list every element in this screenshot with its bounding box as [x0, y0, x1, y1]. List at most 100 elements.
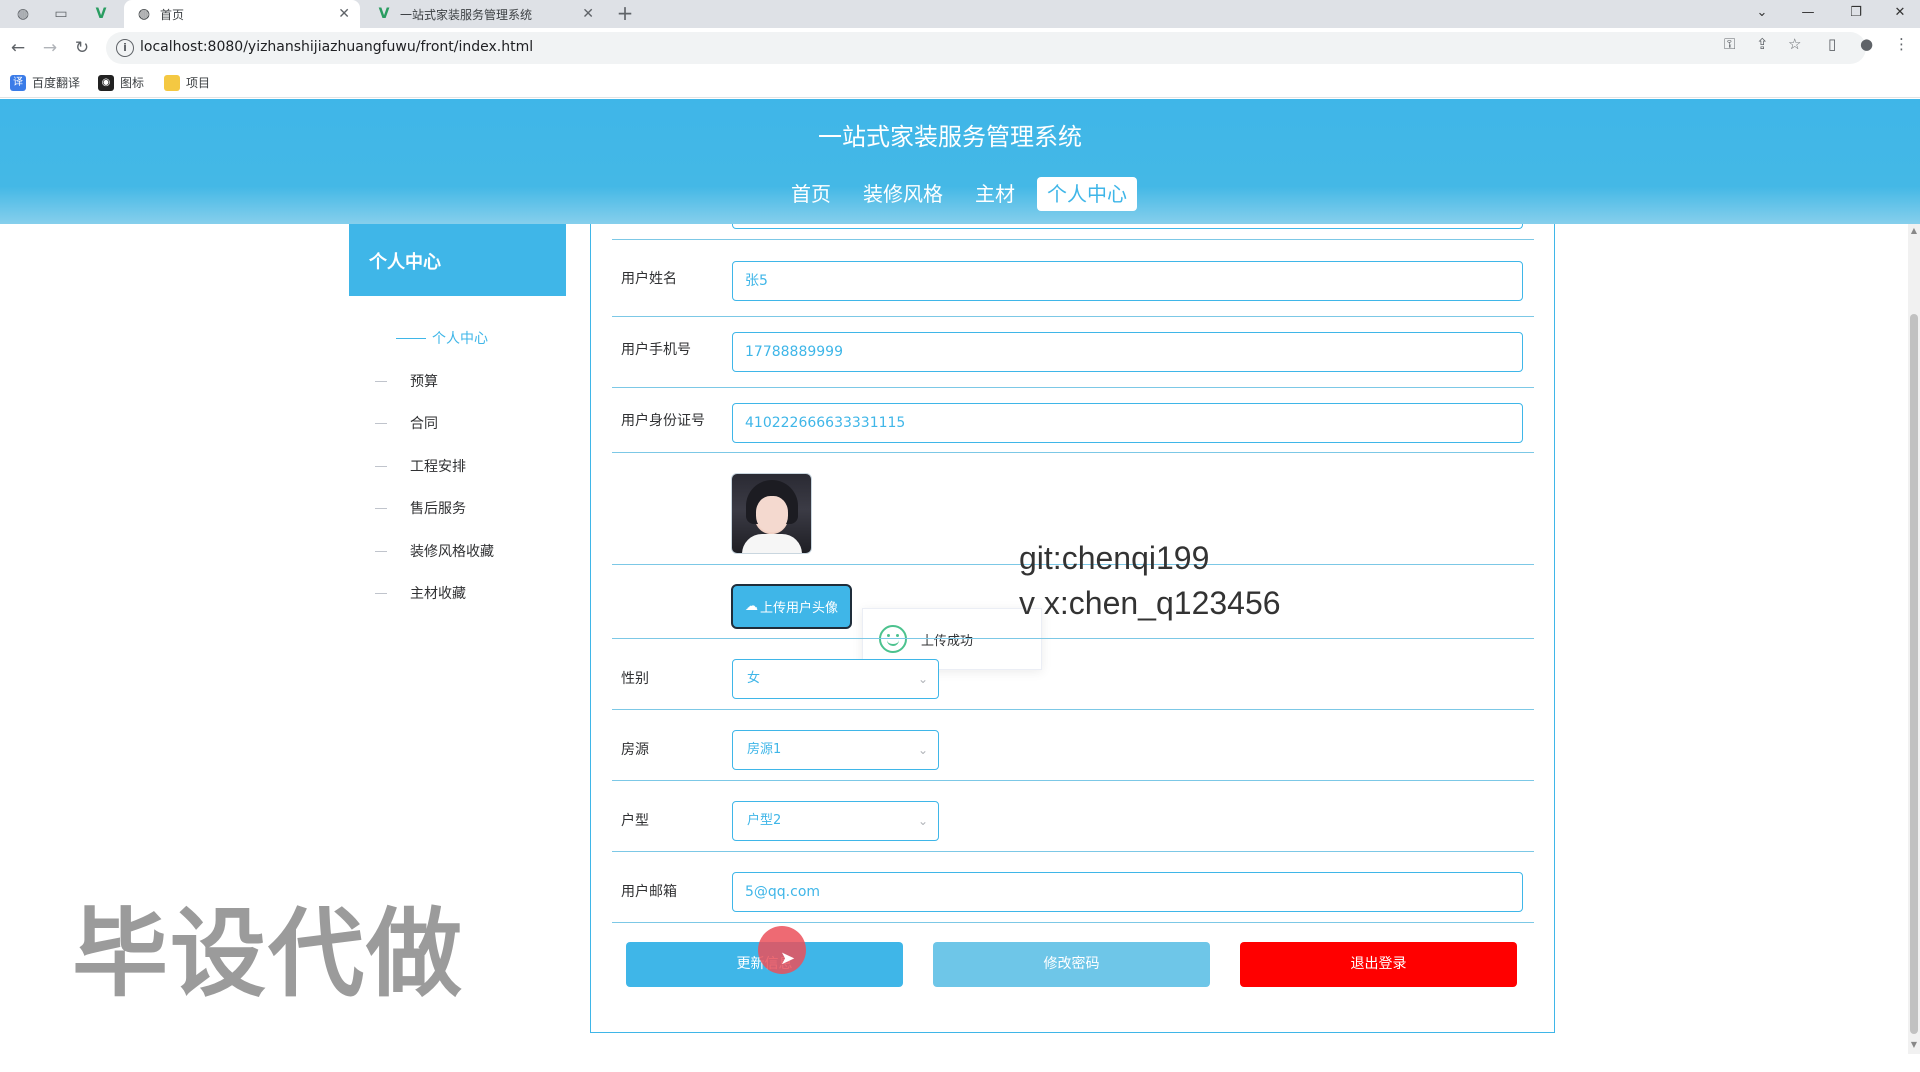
row-divider [612, 709, 1534, 710]
big-watermark: 毕设代做 [72, 898, 464, 1010]
scroll-up-arrow-icon[interactable]: ▲ [1908, 226, 1920, 238]
logout-button[interactable]: 退出登录 [1240, 942, 1517, 987]
bookmarks-bar: 译 百度翻译 ◉ 图标 项目 [0, 68, 1920, 98]
layout-label: 户型 [621, 813, 649, 829]
toast-message: 上传成功 [921, 633, 974, 649]
bookmark-star-icon[interactable]: ☆ [1788, 35, 1801, 53]
idcard-field[interactable]: 410222666633331115 [732, 403, 1523, 443]
row-divider [612, 316, 1534, 317]
window-close-button[interactable]: ✕ [1880, 0, 1920, 28]
cloud-upload-icon: ☁ [744, 599, 758, 614]
upload-avatar-button[interactable]: ☁ 上传用户头像 [731, 584, 852, 629]
new-tab-button[interactable]: + [614, 0, 636, 28]
back-arrow-icon[interactable]: ← [6, 36, 30, 60]
profile-avatar-icon[interactable]: ● [1860, 35, 1873, 53]
restore-button[interactable]: ❐ [1836, 0, 1876, 28]
site-title: 一站式家装服务管理系统 [818, 123, 1082, 151]
sidebar-item-profile[interactable]: 个人中心 [396, 328, 488, 348]
phone-label: 用户手机号 [621, 342, 691, 358]
forward-arrow-icon[interactable]: → [38, 36, 62, 60]
row-divider [612, 780, 1534, 781]
git-watermark: git:chenqi199 [1019, 540, 1210, 576]
scroll-down-arrow-icon[interactable]: ▼ [1908, 1040, 1920, 1052]
layout-select[interactable]: 户型2 ⌄ [732, 801, 939, 841]
browser-tab-home[interactable]: ◍ 首页 ✕ [124, 0, 360, 28]
row-divider [612, 387, 1534, 388]
chevron-down-icon: ⌄ [917, 743, 928, 757]
close-icon[interactable]: ✕ [338, 6, 350, 22]
row-divider [612, 239, 1534, 240]
bookmark-label: 百度翻译 [32, 76, 81, 90]
site-info-icon[interactable]: i [116, 39, 134, 57]
layout-value: 户型2 [747, 813, 782, 828]
bookmark-baidu-translate[interactable]: 译 百度翻译 [10, 74, 80, 91]
sidebar-item-material-favorites[interactable]: 主材收藏 [375, 583, 466, 603]
sidebar-heading: 个人中心 [349, 224, 566, 296]
pinned-tab-vue-icon[interactable]: V [84, 0, 118, 28]
pinned-tab-globe-icon[interactable]: ◍ [6, 0, 40, 28]
name-label: 用户姓名 [621, 271, 677, 287]
chevron-down-icon: ⌄ [917, 672, 928, 686]
bookmark-icons[interactable]: ◉ 图标 [98, 74, 144, 91]
pinned-tab-mail-icon[interactable]: ▭ [44, 0, 78, 28]
folder-icon [164, 74, 180, 91]
bookmark-label: 图标 [120, 76, 145, 90]
bookmark-label: 项目 [186, 76, 211, 90]
minimize-button[interactable]: — [1788, 0, 1828, 28]
gender-label: 性别 [621, 671, 649, 687]
main-menu: 首页 装修风格 主材 个人中心 [781, 177, 1149, 211]
account-field-partial[interactable] [732, 224, 1523, 229]
sidebar-item-after-sales[interactable]: 售后服务 [375, 498, 466, 518]
vue-icon: V [378, 6, 390, 22]
tab-title: 首页 [160, 7, 185, 22]
close-icon[interactable]: ✕ [582, 6, 594, 22]
page-scrollbar[interactable]: ▲ ▼ [1908, 224, 1920, 1054]
side-panel-icon[interactable]: ▯ [1828, 35, 1836, 53]
idcard-label: 用户身份证号 [621, 413, 705, 429]
bookmark-project-folder[interactable]: 项目 [164, 74, 210, 91]
key-icon[interactable]: ⚿ [1724, 35, 1735, 53]
house-select[interactable]: 房源1 ⌄ [732, 730, 939, 770]
iconfont-icon: ◉ [98, 74, 114, 91]
menu-item-home[interactable]: 首页 [781, 177, 841, 211]
house-label: 房源 [621, 742, 649, 758]
email-label: 用户邮箱 [621, 884, 677, 900]
address-url[interactable]: localhost:8080/yizhanshijiazhuangfuwu/fr… [140, 39, 533, 55]
tab-title: 一站式家装服务管理系统 [400, 7, 533, 22]
row-divider [612, 452, 1534, 453]
menu-item-profile[interactable]: 个人中心 [1037, 177, 1137, 211]
gender-select[interactable]: 女 ⌄ [732, 659, 939, 699]
chevron-down-icon: ⌄ [917, 814, 928, 828]
globe-icon: ◍ [137, 6, 151, 22]
browser-toolbar: ← → ↻ i localhost:8080/yizhanshijiazhuan… [0, 28, 1920, 68]
upload-avatar-label: 上传用户头像 [759, 601, 838, 616]
address-bar[interactable]: i localhost:8080/yizhanshijiazhuangfuwu/… [106, 32, 1866, 64]
sidebar-item-schedule[interactable]: 工程安排 [375, 456, 466, 476]
menu-item-styles[interactable]: 装修风格 [853, 177, 953, 211]
phone-field[interactable]: 17788889999 [732, 332, 1523, 372]
success-smile-icon [879, 625, 907, 653]
reload-icon[interactable]: ↻ [70, 36, 94, 60]
sidebar-item-budget[interactable]: 预算 [375, 371, 438, 391]
row-divider [612, 922, 1534, 923]
menu-item-materials[interactable]: 主材 [965, 177, 1025, 211]
browser-tab-bar: ◍ ▭ V ◍ 首页 ✕ V 一站式家装服务管理系统 ✕ + ⌄ — ❐ ✕ [0, 0, 1920, 28]
site-header: 一站式家装服务管理系统 首页 装修风格 主材 个人中心 [0, 99, 1920, 224]
house-value: 房源1 [747, 742, 782, 757]
mouse-cursor-icon: ➤ [780, 948, 796, 969]
vx-watermark: v x:chen_q123456 [1019, 585, 1281, 621]
share-icon[interactable]: ⇪ [1756, 35, 1769, 53]
gender-value: 女 [747, 671, 761, 686]
name-field[interactable]: 张5 [732, 261, 1523, 301]
browser-tab-system[interactable]: V 一站式家装服务管理系统 ✕ [364, 0, 604, 28]
scrollbar-thumb[interactable] [1910, 314, 1918, 1034]
row-divider [612, 851, 1534, 852]
tab-search-chevron-icon[interactable]: ⌄ [1742, 0, 1782, 28]
sidebar-item-contract[interactable]: 合同 [375, 413, 438, 433]
row-divider [612, 638, 1534, 639]
sidebar-item-style-favorites[interactable]: 装修风格收藏 [375, 541, 494, 561]
change-password-button[interactable]: 修改密码 [933, 942, 1210, 987]
more-menu-icon[interactable]: ⋮ [1894, 35, 1909, 53]
user-avatar-image [731, 473, 812, 554]
email-field[interactable]: 5@qq.com [732, 872, 1523, 912]
